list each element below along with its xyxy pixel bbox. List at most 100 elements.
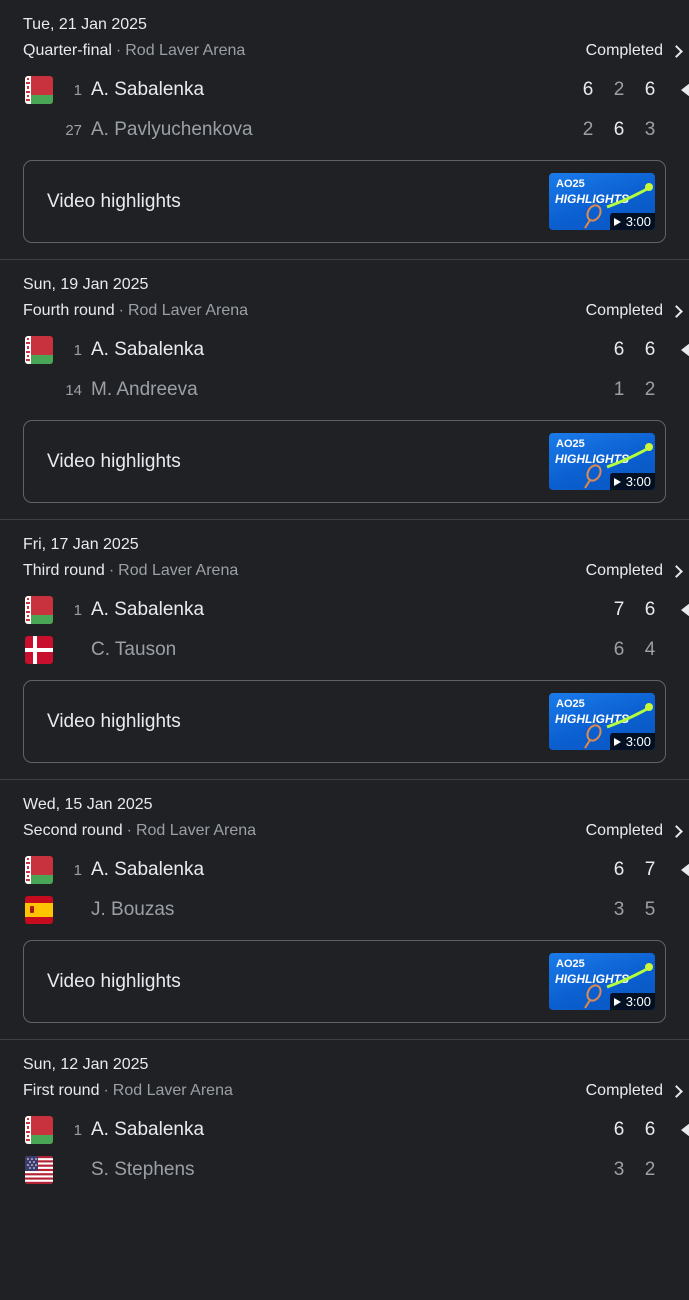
set-score: 6 [613, 339, 625, 360]
match-date: Wed, 15 Jan 2025 [23, 796, 153, 813]
venue-name: Rod Laver Arena [125, 42, 246, 59]
video-highlights-card[interactable]: Video highlights AO25 HIGHLIGHTS 3:00 [23, 420, 666, 503]
set-score: 7 [644, 859, 656, 880]
set-score: 5 [644, 899, 656, 920]
set-score: 6 [644, 79, 656, 100]
player-seed: 1 [73, 1122, 82, 1139]
player-row: 1 A. Sabalenka 6 6 [0, 334, 689, 366]
video-duration-badge: 3:00 [609, 993, 655, 1010]
player-name: A. Sabalenka [91, 79, 205, 100]
chevron-right-icon [670, 824, 683, 838]
match-status-link[interactable]: Completed [585, 42, 683, 60]
thumb-brand: AO25 [556, 178, 585, 190]
match-card: Tue, 21 Jan 2025 Quarter-final · Rod Laver… [0, 0, 689, 260]
belarus-flag-icon [25, 76, 53, 104]
match-card: Sun, 12 Jan 2025 First round · Rod Laver A… [0, 1040, 689, 1300]
match-date: Tue, 21 Jan 2025 [23, 16, 147, 33]
match-list: Tue, 21 Jan 2025 Quarter-final · Rod Laver… [0, 0, 689, 1300]
match-status-link[interactable]: Completed [585, 822, 683, 840]
match-status-link[interactable]: Completed [585, 562, 683, 580]
venue-name: Rod Laver Arena [118, 562, 239, 579]
player-row: C. Tauson 6 4 [0, 634, 689, 666]
winner-indicator-icon [681, 863, 689, 877]
round-venue: Second round · Rod Laver Arena [23, 822, 256, 840]
match-card: Fri, 17 Jan 2025 Third round · Rod Laver A… [0, 520, 689, 780]
player-name: S. Stephens [91, 1159, 195, 1180]
video-highlights-card[interactable]: Video highlights AO25 HIGHLIGHTS 3:00 [23, 160, 666, 243]
play-icon [613, 477, 621, 486]
video-duration: 3:00 [625, 734, 651, 749]
highlights-thumbnail[interactable]: AO25 HIGHLIGHTS 3:00 [549, 693, 655, 750]
set-score: 2 [613, 79, 625, 100]
round-name: Fourth round [23, 302, 115, 319]
match-status-link[interactable]: Completed [585, 1082, 683, 1100]
highlights-thumbnail[interactable]: AO25 HIGHLIGHTS 3:00 [549, 953, 655, 1010]
video-highlights-card[interactable]: Video highlights AO25 HIGHLIGHTS 3:00 [23, 940, 666, 1023]
match-date: Sun, 12 Jan 2025 [23, 1056, 149, 1073]
player-row: J. Bouzas 3 5 [0, 894, 689, 926]
player-name: J. Bouzas [91, 899, 175, 920]
player-seed: 1 [73, 602, 82, 619]
match-date: Sun, 19 Jan 2025 [23, 276, 149, 293]
thumb-brand: AO25 [556, 958, 585, 970]
player-name: A. Sabalenka [91, 599, 205, 620]
belarus-flag-icon [25, 336, 53, 364]
set-score: 6 [644, 1119, 656, 1140]
usa-flag-icon [25, 1156, 53, 1184]
round-name: Third round [23, 562, 105, 579]
set-score: 4 [644, 639, 656, 660]
match-date: Fri, 17 Jan 2025 [23, 536, 139, 553]
thumb-brand: AO25 [556, 438, 585, 450]
belarus-flag-icon [25, 1116, 53, 1144]
venue-name: Rod Laver Arena [135, 822, 257, 839]
separator-dot: · [118, 302, 124, 319]
player-row: 1 A. Sabalenka 6 7 [0, 854, 689, 886]
video-highlights-label: Video highlights [47, 451, 181, 472]
highlights-thumbnail[interactable]: AO25 HIGHLIGHTS 3:00 [549, 173, 655, 230]
player-seed: 1 [73, 82, 82, 99]
separator-dot: · [115, 42, 122, 59]
round-venue: Quarter-final · Rod Laver Arena [23, 42, 245, 60]
belarus-flag-icon [25, 596, 53, 624]
player-row: 1 A. Sabalenka 6 2 6 [0, 74, 689, 106]
winner-indicator-icon [681, 83, 689, 97]
winner-indicator-icon [681, 343, 689, 357]
chevron-right-icon [670, 1084, 683, 1098]
player-row: 1 A. Sabalenka 7 6 [0, 594, 689, 626]
set-score: 3 [644, 119, 656, 140]
chevron-right-icon [670, 44, 683, 58]
video-duration-badge: 3:00 [609, 473, 655, 490]
player-seed: 1 [73, 342, 82, 359]
denmark-flag-icon [25, 636, 53, 664]
video-highlights-label: Video highlights [47, 971, 181, 992]
player-name: A. Sabalenka [91, 339, 205, 360]
match-card: Wed, 15 Jan 2025 Second round · Rod Laver … [0, 780, 689, 1040]
match-status: Completed [585, 42, 663, 59]
video-duration-badge: 3:00 [609, 213, 655, 230]
match-status: Completed [585, 302, 663, 319]
match-card: Sun, 19 Jan 2025 Fourth round · Rod Laver … [0, 260, 689, 520]
highlights-thumbnail[interactable]: AO25 HIGHLIGHTS 3:00 [549, 433, 655, 490]
round-venue: Third round · Rod Laver Arena [23, 562, 238, 580]
round-name: First round [23, 1082, 100, 1099]
winner-indicator-icon [681, 1123, 689, 1137]
round-venue: First round · Rod Laver Arena [23, 1082, 233, 1100]
set-score: 2 [644, 379, 656, 400]
match-status-link[interactable]: Completed [585, 302, 683, 320]
separator-dot: · [108, 562, 115, 579]
chevron-right-icon [670, 564, 683, 578]
player-row: 27 A. Pavlyuchenkova 2 6 3 [0, 114, 689, 146]
player-name: C. Tauson [91, 639, 177, 660]
player-name: A. Sabalenka [91, 859, 205, 880]
match-status: Completed [585, 1082, 663, 1099]
video-highlights-card[interactable]: Video highlights AO25 HIGHLIGHTS 3:00 [23, 680, 666, 763]
video-duration: 3:00 [625, 214, 651, 229]
match-status: Completed [585, 822, 663, 839]
match-status: Completed [585, 562, 663, 579]
set-score: 2 [644, 1159, 656, 1180]
set-score: 6 [644, 339, 656, 360]
venue-name: Rod Laver Arena [127, 302, 249, 319]
set-score: 2 [582, 119, 594, 140]
set-score: 1 [613, 379, 625, 400]
player-row: S. Stephens 3 2 [0, 1154, 689, 1186]
